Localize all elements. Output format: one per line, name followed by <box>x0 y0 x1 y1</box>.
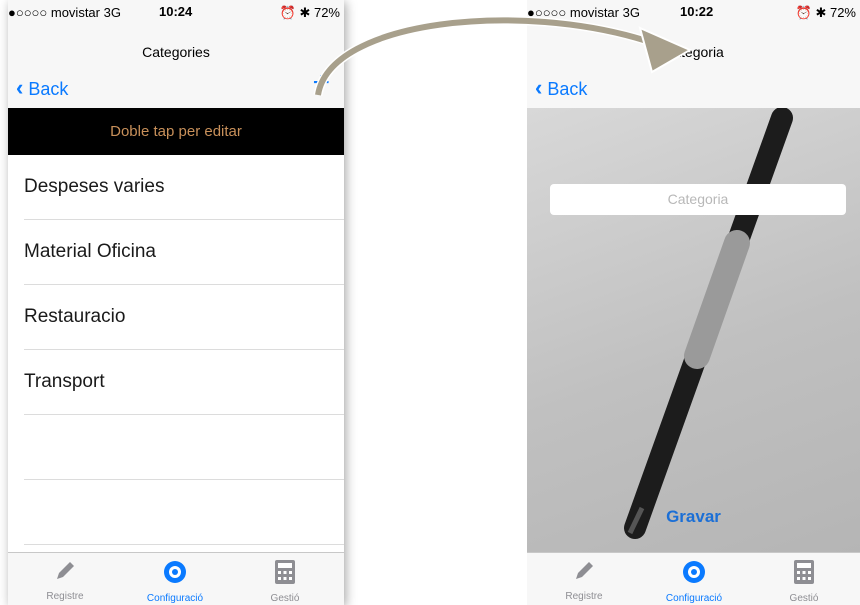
tab-bar: Registre Configuració Gestió <box>527 552 860 605</box>
add-category-button[interactable]: + <box>312 68 330 98</box>
tab-bar: Registre Configuració Gestió <box>8 552 344 605</box>
back-label: Back <box>547 79 588 99</box>
list-item-empty <box>24 480 344 545</box>
gear-icon <box>164 561 186 583</box>
calculator-icon <box>275 560 295 584</box>
gear-icon <box>683 561 705 583</box>
pencil-icon <box>576 562 593 579</box>
background-photo: Categoria Gravar <box>527 108 860 553</box>
back-button[interactable]: ‹ Back <box>16 75 68 101</box>
list-item-empty <box>24 415 344 480</box>
battery-label: ⏰ ✱ 72% <box>279 5 340 20</box>
tab-registre[interactable]: Registre <box>529 559 639 602</box>
status-time: 10:22 <box>680 4 714 19</box>
tab-label: Gestió <box>270 593 300 604</box>
back-button[interactable]: ‹ Back <box>535 75 587 101</box>
category-list: Despeses varies Material Oficina Restaur… <box>8 155 344 545</box>
tab-registre[interactable]: Registre <box>10 559 120 602</box>
page-title: Categories <box>142 44 210 60</box>
tab-label: Configuració <box>665 593 723 604</box>
status-time: 10:24 <box>159 4 193 19</box>
categories-screen: ●○○○○ movistar 3G 10:24 ⏰ ✱ 72% Categori… <box>8 0 344 605</box>
chevron-left-icon: ‹ <box>535 75 543 100</box>
list-item[interactable]: Restauracio <box>24 285 344 350</box>
list-item[interactable]: Transport <box>24 350 344 415</box>
tab-gestio[interactable]: Gestió <box>230 559 340 604</box>
carrier-label: ●○○○○ movistar 3G <box>8 5 121 20</box>
page-title: Categoria <box>663 44 724 60</box>
calculator-icon <box>794 560 814 584</box>
battery-label: ⏰ ✱ 72% <box>795 5 856 20</box>
back-label: Back <box>28 79 69 99</box>
chevron-left-icon: ‹ <box>16 75 24 100</box>
category-detail-screen: ●○○○○ movistar 3G 10:22 ⏰ ✱ 72% Categori… <box>527 0 860 605</box>
list-item[interactable]: Material Oficina <box>24 220 344 285</box>
navigation-bar: ●○○○○ movistar 3G 10:24 ⏰ ✱ 72% Categori… <box>8 0 344 109</box>
tab-configuracio[interactable]: Configuració <box>639 559 749 604</box>
tab-label: Gestió <box>789 593 819 604</box>
status-bar: ●○○○○ movistar 3G 10:22 ⏰ ✱ 72% <box>527 0 860 22</box>
pen-image <box>624 108 793 539</box>
carrier-label: ●○○○○ movistar 3G <box>527 5 640 20</box>
navigation-bar: ●○○○○ movistar 3G 10:22 ⏰ ✱ 72% Categori… <box>527 0 860 109</box>
tab-label: Registre <box>565 591 603 602</box>
tab-label: Registre <box>46 591 84 602</box>
save-button[interactable]: Gravar <box>527 507 860 527</box>
tab-gestio[interactable]: Gestió <box>749 559 859 604</box>
status-bar: ●○○○○ movistar 3G 10:24 ⏰ ✱ 72% <box>8 0 344 22</box>
tab-label: Configuració <box>146 593 204 604</box>
category-input[interactable]: Categoria <box>550 184 846 215</box>
pencil-icon <box>57 562 74 579</box>
edit-hint-banner: Doble tap per editar <box>8 108 344 155</box>
list-item[interactable]: Despeses varies <box>24 155 344 220</box>
tab-configuracio[interactable]: Configuració <box>120 559 230 604</box>
